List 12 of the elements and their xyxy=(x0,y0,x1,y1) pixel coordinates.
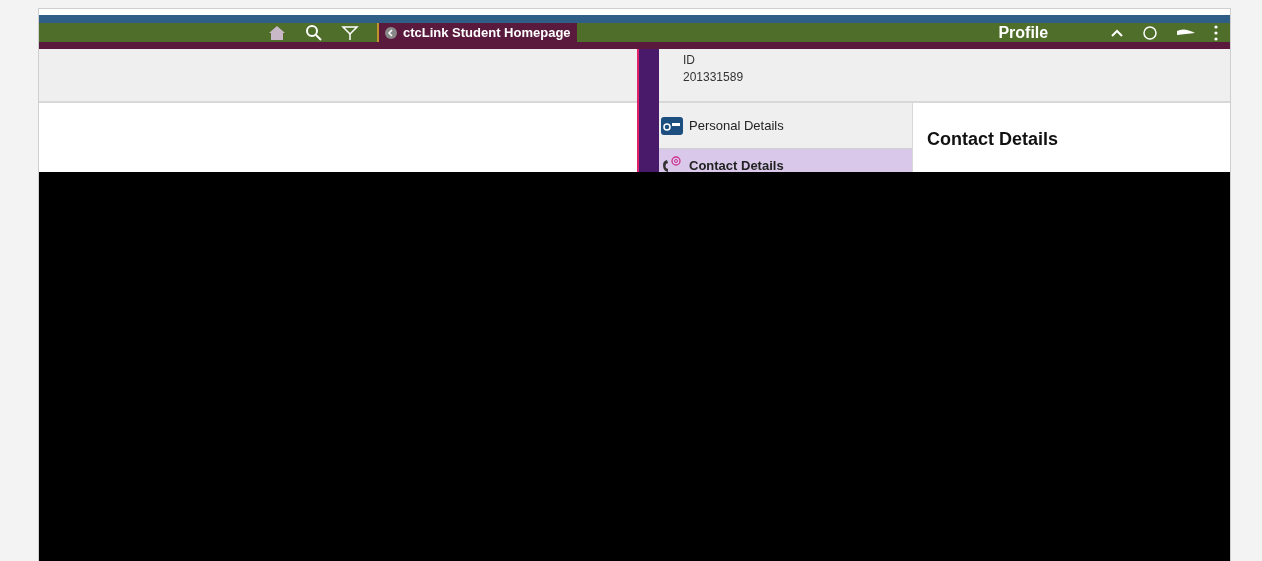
id-label: ID xyxy=(683,53,696,67)
page-title: Profile xyxy=(998,23,1049,42)
home-icon[interactable] xyxy=(267,24,287,41)
back-button[interactable]: ctcLink Student Homepage xyxy=(377,23,577,42)
chevron-left-icon xyxy=(385,26,397,39)
menu-icon[interactable] xyxy=(1214,24,1218,41)
section-title: Contact Details xyxy=(927,129,1060,150)
id-card-icon xyxy=(661,116,683,135)
phone-email-icon xyxy=(661,155,683,172)
nav-item[interactable]: Contact Details xyxy=(659,149,912,172)
caret-up-icon[interactable] xyxy=(1110,27,1124,38)
id-value: 201331589 xyxy=(683,70,745,84)
